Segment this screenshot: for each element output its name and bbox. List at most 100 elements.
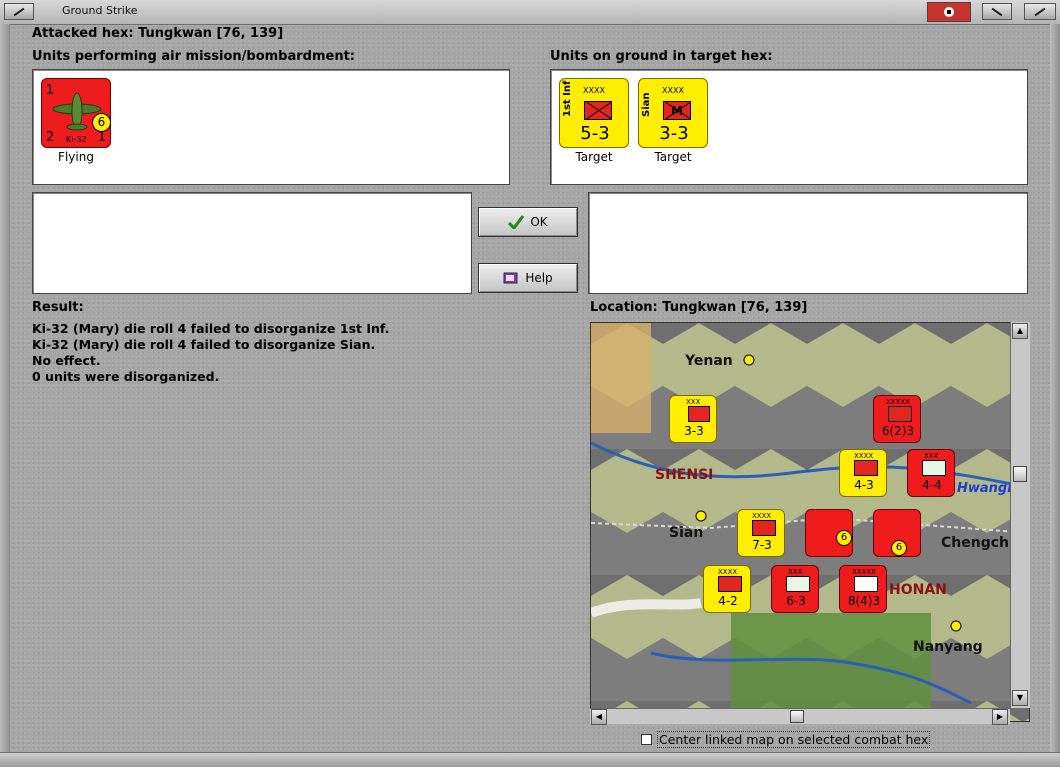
map-unit-strength: 6(2)3 [881,424,915,438]
left-frame [0,24,10,754]
map-unit-counter[interactable]: XXXX 4-2 [703,565,751,613]
map-label-yenan: Yenan [685,353,733,369]
map-unit-strength: 7-3 [752,538,772,552]
map-air-counter[interactable]: 6 [805,509,853,557]
ground-strike-dialog: Attacked hex: Tungkwan [76, 139] Units p… [22,24,1038,752]
map-label-sian: Sian [669,525,704,541]
map-air-counter[interactable]: 6 [873,509,921,557]
map-unit-size: XXXX [718,568,738,576]
map-air-value: 6 [891,540,907,556]
result-line: Ki-32 (Mary) die roll 4 failed to disorg… [32,321,390,336]
map-unit-counter[interactable]: XXXX 7-3 [737,509,785,557]
close-button[interactable] [1024,3,1056,20]
ok-button-label: OK [530,215,548,229]
result-log: Ki-32 (Mary) die roll 4 failed to disorg… [32,321,389,385]
title-bar: Ground Strike [0,0,1060,25]
map-label-hwangho: Hwangh [957,481,1017,496]
ground-unit-counter[interactable]: XXXX 1st Inf 5-3 [559,78,629,148]
vertical-scroll-thumb[interactable] [1013,466,1027,482]
minimize-icon [13,7,25,16]
map-label-honan: HONAN [889,582,947,598]
map-unit-strength: 4-3 [854,478,874,492]
ground-units-label: Units on ground in target hex: [550,49,773,64]
close-icon [1034,7,1046,16]
air-units-panel: 1 2 1 6 Ki-32 Flying [32,69,510,185]
air-details-panel [32,192,472,294]
attacked-hex-label: Attacked hex: Tungkwan [76, 139] [32,26,284,41]
map-unit-counter[interactable]: XXX 6-3 [771,565,819,613]
window-title: Ground Strike [62,4,138,17]
map-unit-size: XXXXX [886,398,910,406]
unit-symbol-icon [718,576,742,592]
map-unit-size: XXXX [752,512,772,520]
help-button[interactable]: Help [478,263,578,293]
map-label-nanyang: Nanyang [913,639,983,655]
center-map-checkbox[interactable] [641,734,652,745]
unit-name: Sian [641,92,652,118]
militia-symbol-icon: M [663,101,691,120]
restore-button[interactable] [982,3,1012,20]
horizontal-scroll-thumb[interactable] [790,710,804,723]
map-unit-strength: 3-3 [684,424,704,438]
map-horizontal-scrollbar[interactable]: ◀ ▶ [590,708,1010,725]
map-unit-size: XXXXX [852,568,876,576]
minimize-button[interactable] [4,3,34,20]
help-book-icon [503,272,518,284]
map-label-shensi: SHENSI [655,467,714,483]
map-unit-size: XXX [686,398,701,406]
air-unit-value: 6 [92,113,111,132]
map-unit-counter[interactable]: XXX 4-4 [907,449,955,497]
unit-name: 1st Inf [562,80,573,117]
ground-unit-status: Target [575,150,613,164]
unit-strength: 5-3 [580,123,610,144]
scroll-up-arrow-icon[interactable]: ▲ [1012,323,1028,339]
ok-button[interactable]: OK [478,207,578,237]
map-unit-counter[interactable]: XXX 3-3 [669,395,717,443]
map-unit-strength: 4-4 [922,478,942,492]
air-units-label: Units performing air mission/bombardment… [32,49,356,64]
restore-icon [991,7,1003,16]
location-label: Location: Tungkwan [76, 139] [590,300,808,315]
map-unit-counter[interactable]: XXXX 4-3 [839,449,887,497]
unit-symbol-icon [854,576,878,592]
map-unit-size: XXX [788,568,803,576]
unit-symbol-icon [752,520,776,536]
map-unit-counter[interactable]: XXXXX 8(4)3 [839,565,887,613]
unit-symbol-icon [922,460,946,476]
map-unit-strength: 8(4)3 [847,594,881,608]
unit-symbol-icon [786,576,810,592]
map-unit-size: XXX [924,452,939,460]
air-unit-status: Flying [58,150,94,164]
location-map[interactable]: Yenan SHENSI Sian Chengch HONAN Nanyang … [590,322,1030,722]
ground-unit-counter[interactable]: XXXX Sian M 3-3 [638,78,708,148]
result-line: No effect. [32,353,101,368]
infantry-symbol-icon [584,101,612,120]
map-unit-size: XXXX [854,452,874,460]
unit-size: XXXX [662,86,684,95]
ground-unit-status: Target [654,150,692,164]
result-label: Result: [32,300,84,315]
map-unit-strength: 4-2 [718,594,738,608]
center-map-label[interactable]: Center linked map on selected combat hex [657,731,931,748]
result-line: 0 units were disorganized. [32,369,220,384]
ground-details-panel [588,192,1028,294]
unit-symbol-icon [688,406,710,422]
unit-symbol-letter: M [671,104,683,118]
map-air-value: 6 [836,530,852,546]
map-label-chengchow: Chengch [941,535,1009,551]
nation-flag-icon [927,2,971,22]
help-button-label: Help [525,271,553,285]
result-line: Ki-32 (Mary) die roll 4 failed to disorg… [32,337,376,352]
map-vertical-scrollbar[interactable]: ▲ ▼ [1010,322,1030,708]
unit-symbol-icon [888,406,912,422]
unit-symbol-icon [854,460,878,476]
right-frame [1050,24,1060,754]
checkmark-icon [508,215,525,229]
scroll-right-arrow-icon[interactable]: ▶ [992,709,1008,725]
ground-units-panel: XXXX 1st Inf 5-3 Target XXXX Sian M 3-3 … [550,69,1028,185]
scroll-down-arrow-icon[interactable]: ▼ [1012,690,1028,706]
map-unit-counter[interactable]: XXXXX 6(2)3 [873,395,921,443]
air-unit-counter[interactable]: 1 2 1 6 Ki-32 [41,78,111,148]
bottom-frame [0,752,1060,767]
scroll-left-arrow-icon[interactable]: ◀ [591,709,607,725]
